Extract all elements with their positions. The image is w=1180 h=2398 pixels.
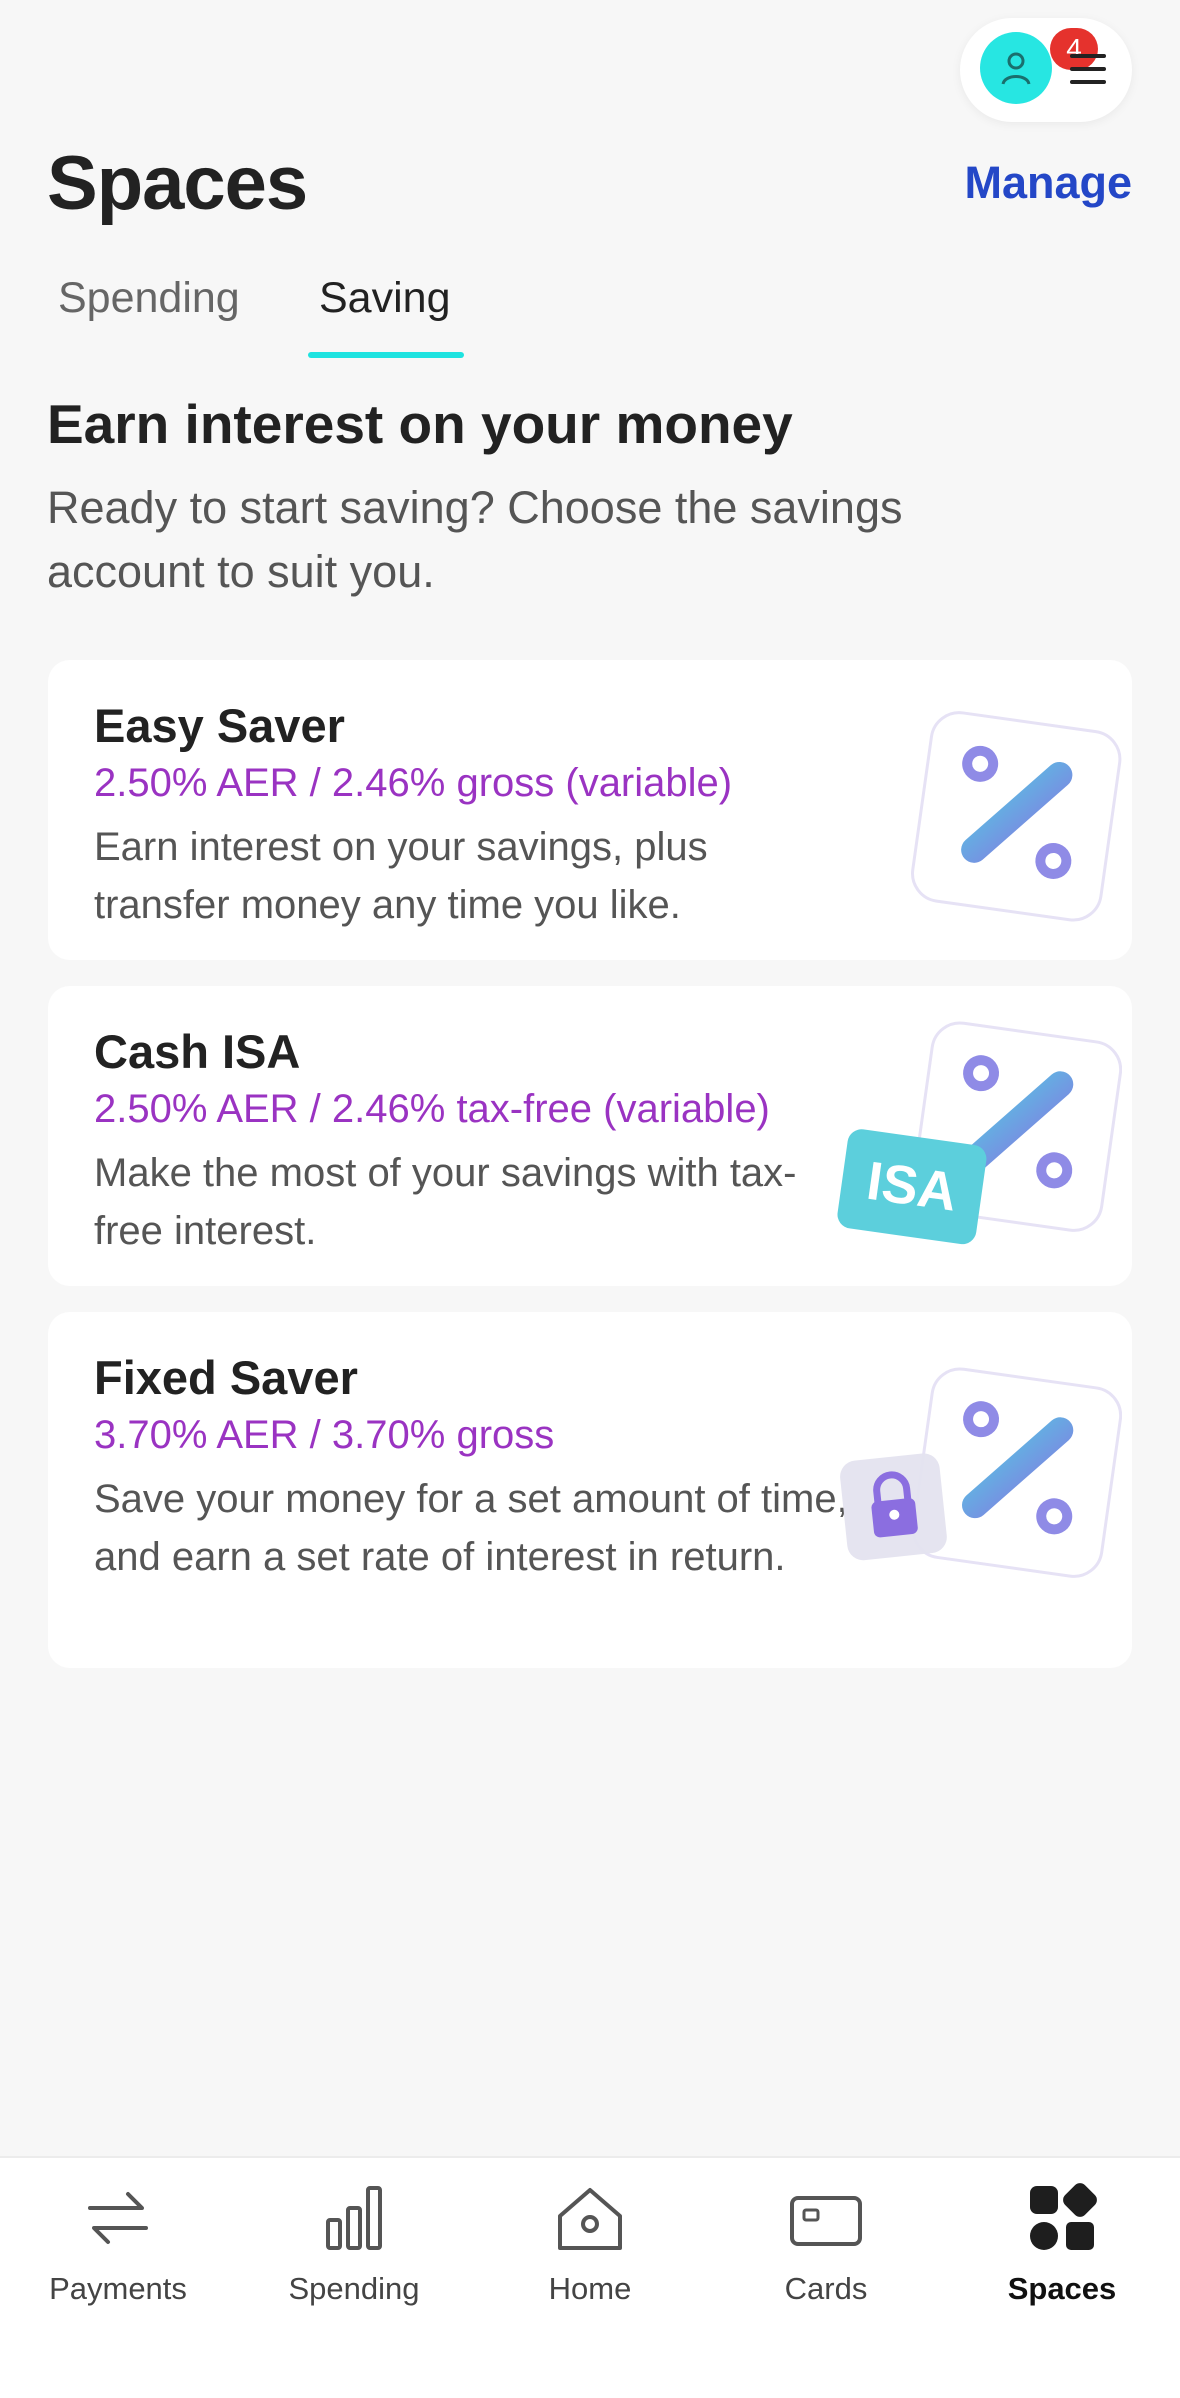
nav-label: Home [548, 2271, 632, 2306]
avatar[interactable]: 4 [980, 28, 1098, 104]
hamburger-menu-icon[interactable] [1070, 54, 1106, 84]
account-title: Cash ISA [94, 1025, 301, 1078]
arrows-exchange-icon [88, 2192, 148, 2244]
isa-percent-tile-icon: ISA [837, 1021, 1122, 1245]
nav-item-home[interactable]: Home [472, 2158, 708, 2358]
section-subheading: Ready to start saving? Choose the saving… [47, 482, 903, 597]
nav-label: Spaces [1007, 2271, 1117, 2306]
easy-saver-card[interactable]: Easy Saver 2.50% AER / 2.46% gross (vari… [48, 660, 1132, 960]
isa-tag: ISA [863, 1151, 961, 1223]
fixed-saver-card[interactable]: Fixed Saver 3.70% AER / 3.70% gross Save… [48, 1312, 1132, 1668]
nav-item-cards[interactable]: Cards [708, 2158, 944, 2358]
account-rate: 2.50% AER / 2.46% gross (variable) [94, 761, 733, 805]
bottom-navigation: Payments Spending Home Cards Spaces [0, 2156, 1180, 2398]
section-heading: Earn interest on your money [47, 393, 793, 455]
nav-label: Payments [49, 2271, 187, 2306]
page-title: Spaces [47, 141, 308, 226]
nav-item-spending[interactable]: Spending [236, 2158, 472, 2358]
account-description: Make the most of your savings with tax-f… [94, 1151, 797, 1253]
nav-label: Spending [288, 2271, 420, 2306]
active-tab-indicator [308, 352, 464, 358]
lock-percent-tile-icon [840, 1367, 1122, 1578]
account-title: Easy Saver [94, 699, 345, 752]
person-icon [1001, 52, 1031, 85]
bar-chart-icon [326, 2186, 382, 2250]
card-icon [790, 2196, 862, 2246]
nav-item-payments[interactable]: Payments [0, 2158, 236, 2358]
account-title: Fixed Saver [94, 1351, 358, 1404]
account-description: Earn interest on your savings, plus tran… [94, 825, 708, 927]
tab-bar: Spending Saving [0, 270, 1180, 360]
spaces-grid-icon [1030, 2183, 1097, 2250]
tab-spending[interactable]: Spending [58, 274, 240, 323]
nav-label: Cards [784, 2271, 868, 2306]
percent-tile-icon [911, 711, 1122, 922]
cash-isa-card[interactable]: Cash ISA 2.50% AER / 2.46% tax-free (var… [48, 986, 1132, 1286]
home-icon [558, 2188, 622, 2250]
profile-menu-pill[interactable]: 4 [960, 18, 1132, 122]
tab-saving[interactable]: Saving [319, 274, 450, 323]
account-rate: 3.70% AER / 3.70% gross [94, 1413, 555, 1457]
manage-link[interactable]: Manage [964, 157, 1132, 209]
account-description: Save your money for a set amount of time… [94, 1477, 848, 1579]
nav-item-spaces[interactable]: Spaces [944, 2158, 1180, 2358]
account-rate: 2.50% AER / 2.46% tax-free (variable) [94, 1087, 770, 1131]
